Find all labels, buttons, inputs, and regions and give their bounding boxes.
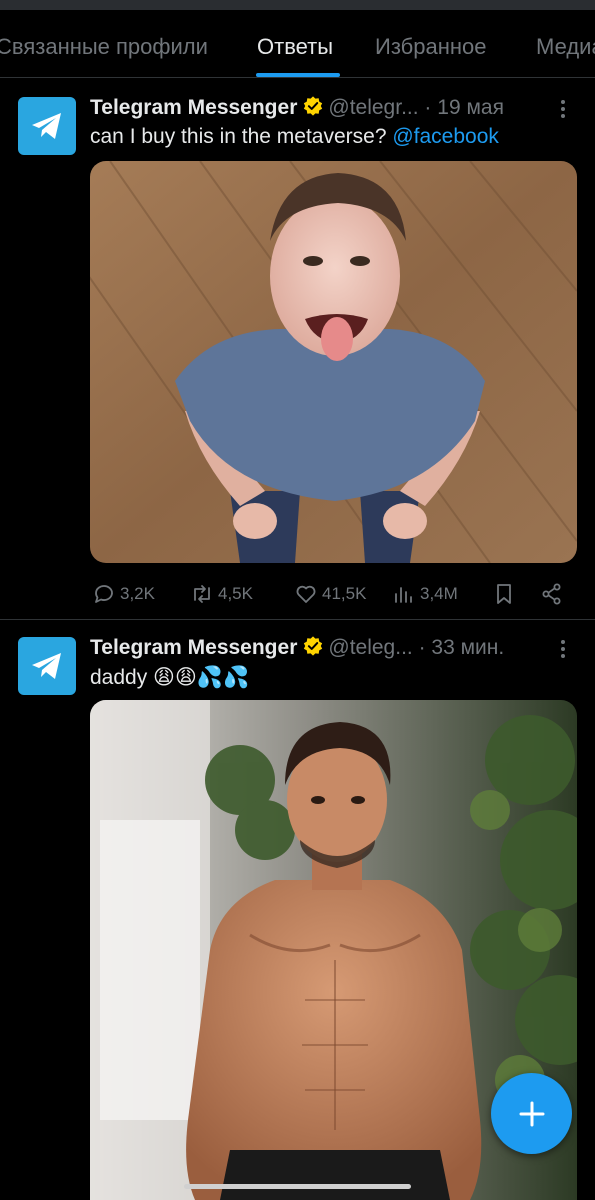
- avatar[interactable]: [18, 97, 76, 155]
- tweet-text: daddy 😩😩💦💦: [90, 665, 249, 690]
- home-indicator[interactable]: [184, 1184, 411, 1189]
- photo-man-on-floor: [90, 161, 577, 563]
- view-count: 3,4M: [420, 584, 458, 603]
- tab-linked-profiles[interactable]: Связанные профили: [0, 34, 208, 60]
- handle[interactable]: @telegr...: [328, 96, 418, 119]
- repost-icon: [194, 585, 210, 603]
- plus-icon: [519, 1101, 544, 1126]
- profile-tabs: Связанные профили Ответы Избранное Медиа: [0, 10, 595, 78]
- share-button[interactable]: [540, 579, 564, 609]
- tweet-body: daddy 😩😩💦💦: [90, 666, 250, 689]
- avatar[interactable]: [18, 637, 76, 695]
- repost-button[interactable]: 4,5K: [190, 579, 253, 609]
- verified-badge-icon: [304, 636, 323, 656]
- reply-count: 3,2K: [120, 584, 155, 603]
- telegram-icon: [32, 113, 61, 139]
- tab-replies[interactable]: Ответы: [257, 34, 333, 60]
- repost-count: 4,5K: [218, 584, 253, 603]
- telegram-icon: [32, 653, 61, 679]
- separator-dot: ·: [424, 96, 432, 119]
- tweet-header: Telegram Messenger @teleg... · 33 мин.: [90, 635, 560, 663]
- timestamp[interactable]: 33 мин.: [431, 636, 504, 659]
- tweet-actions: 3,2K 4,5K 41,5K 3,4M: [90, 579, 575, 609]
- more-options-icon[interactable]: [553, 95, 573, 123]
- share-icon: [542, 583, 561, 605]
- tweet-header: Telegram Messenger @telegr... · 19 мая: [90, 95, 560, 123]
- separator-dot: ·: [418, 636, 426, 659]
- bookmark-button[interactable]: [492, 579, 516, 609]
- like-count: 41,5K: [322, 584, 367, 603]
- display-name[interactable]: Telegram Messenger: [90, 96, 297, 119]
- reply-icon: [95, 585, 113, 603]
- handle[interactable]: @teleg...: [328, 636, 412, 659]
- heart-icon: [296, 585, 316, 603]
- mention-link[interactable]: @facebook: [392, 125, 499, 148]
- tab-likes[interactable]: Избранное: [375, 34, 487, 60]
- views-button[interactable]: 3,4M: [392, 579, 458, 609]
- tab-media[interactable]: Медиа: [536, 34, 595, 60]
- display-name[interactable]: Telegram Messenger: [90, 636, 297, 659]
- tweet[interactable]: Telegram Messenger @telegr... · 19 мая ca…: [0, 79, 595, 620]
- compose-button[interactable]: [491, 1073, 572, 1154]
- more-options-icon[interactable]: [553, 635, 573, 663]
- tweet-body: can I buy this in the metaverse?: [90, 125, 387, 148]
- reply-button[interactable]: 3,2K: [92, 579, 155, 609]
- active-tab-indicator: [256, 73, 340, 77]
- status-bar-strip: [0, 0, 595, 10]
- verified-badge-icon: [304, 96, 323, 116]
- like-button[interactable]: 41,5K: [294, 579, 366, 609]
- bookmark-icon: [497, 584, 511, 604]
- tweet-text: can I buy this in the metaverse? @facebo…: [90, 125, 499, 149]
- views-chart-icon: [395, 587, 412, 603]
- timestamp[interactable]: 19 мая: [437, 96, 504, 119]
- tweet-photo[interactable]: [90, 161, 577, 563]
